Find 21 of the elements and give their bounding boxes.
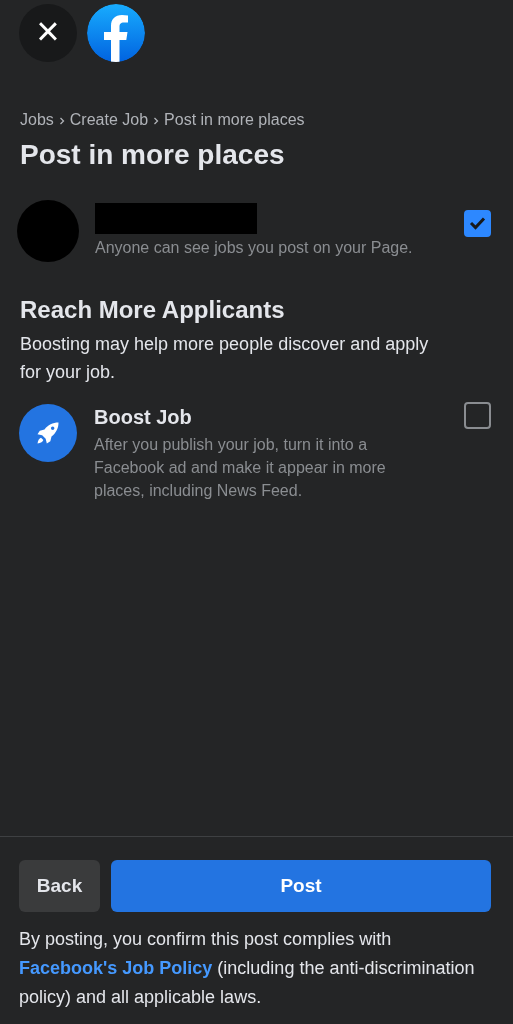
policy-link[interactable]: Facebook's Job Policy xyxy=(19,958,213,978)
breadcrumb-item[interactable]: Create Job xyxy=(69,111,149,128)
logo-icon[interactable] xyxy=(87,4,145,62)
option-title: Boost Job xyxy=(94,405,193,431)
policy-note: By posting, you confirm this post complies with Facebook's Job Policy (including the anti-discrimination policy) and all applicable laws. xyxy=(19,928,476,1009)
checkbox[interactable] xyxy=(464,402,491,430)
back-button[interactable]: Back xyxy=(19,860,100,912)
check-icon xyxy=(469,216,486,231)
checkbox[interactable] xyxy=(464,209,491,237)
breadcrumb-item: Post in more places xyxy=(164,111,305,128)
post-button[interactable]: Post xyxy=(111,860,491,912)
option-description: Anyone can see jobs you post on your Page. xyxy=(95,237,414,258)
option-description: After you publish your job, turn it into a Facebook ad and make it appear in more places, including News Feed. xyxy=(94,435,387,502)
chevron-icon xyxy=(58,116,65,125)
chevron-icon xyxy=(153,116,160,125)
section-description: Boosting may help more people discover and apply for your job. xyxy=(19,333,430,385)
page-title: Post in more places xyxy=(19,138,286,172)
breadcrumb-item[interactable]: Jobs xyxy=(20,111,54,128)
rocket-icon xyxy=(19,404,77,463)
section-title: Reach More Applicants xyxy=(19,295,286,325)
close-button[interactable]: × xyxy=(19,4,77,62)
